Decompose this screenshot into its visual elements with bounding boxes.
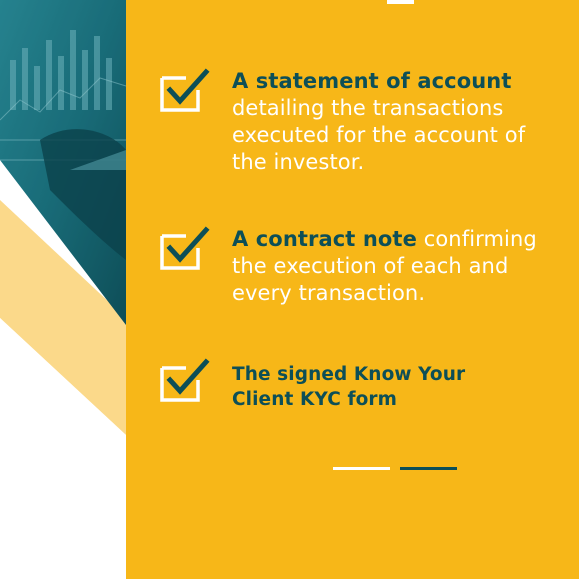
checklist-item-text: The signed Know Your Client KYC form <box>232 362 492 412</box>
item-bold-text: A statement of account <box>232 69 512 93</box>
item-bold-text: The signed Know Your Client KYC form <box>232 364 466 410</box>
checkbox-checked-icon <box>160 358 210 402</box>
pager-dot[interactable] <box>400 467 457 470</box>
checkbox-checked-icon <box>160 68 210 112</box>
infographic-canvas: A statement of account detailing the tra… <box>0 0 579 579</box>
checkbox-checked-icon <box>160 226 210 270</box>
checklist-item-text: A contract note confirming the execution… <box>232 226 562 307</box>
pager-dot-active[interactable] <box>333 467 390 470</box>
item-body-text: detailing the transactions executed for … <box>232 96 526 174</box>
top-white-bar <box>387 0 414 4</box>
item-bold-text: A contract note <box>232 227 417 251</box>
checklist-item-text: A statement of account detailing the tra… <box>232 68 562 176</box>
